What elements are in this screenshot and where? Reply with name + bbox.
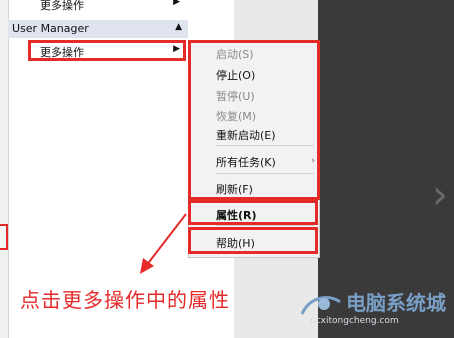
watermark-title: 电脑系统城: [346, 291, 446, 315]
actions-item-label: 更多操作: [40, 0, 84, 12]
actions-section-header[interactable]: User Manager ▲: [8, 20, 188, 38]
highlight-properties: [188, 200, 318, 225]
highlight-menu-group: [188, 40, 320, 200]
highlight-more-actions: [28, 40, 186, 61]
highlight-help: [188, 227, 318, 254]
left-pane-selected-marker: [0, 224, 8, 250]
submenu-arrow-icon: ▶: [173, 0, 180, 7]
actions-item-more[interactable]: 更多操作 ▶: [12, 0, 188, 14]
collapse-arrow-icon[interactable]: ▲: [175, 22, 182, 32]
chevron-right-icon: ›: [432, 172, 448, 218]
annotation-text: 点击更多操作中的属性: [20, 288, 230, 312]
left-pane-edge: [0, 0, 9, 338]
watermark-url: pcxitongcheng.com: [310, 316, 399, 326]
section-title: User Manager: [12, 22, 89, 35]
menu-separator: [216, 225, 314, 226]
